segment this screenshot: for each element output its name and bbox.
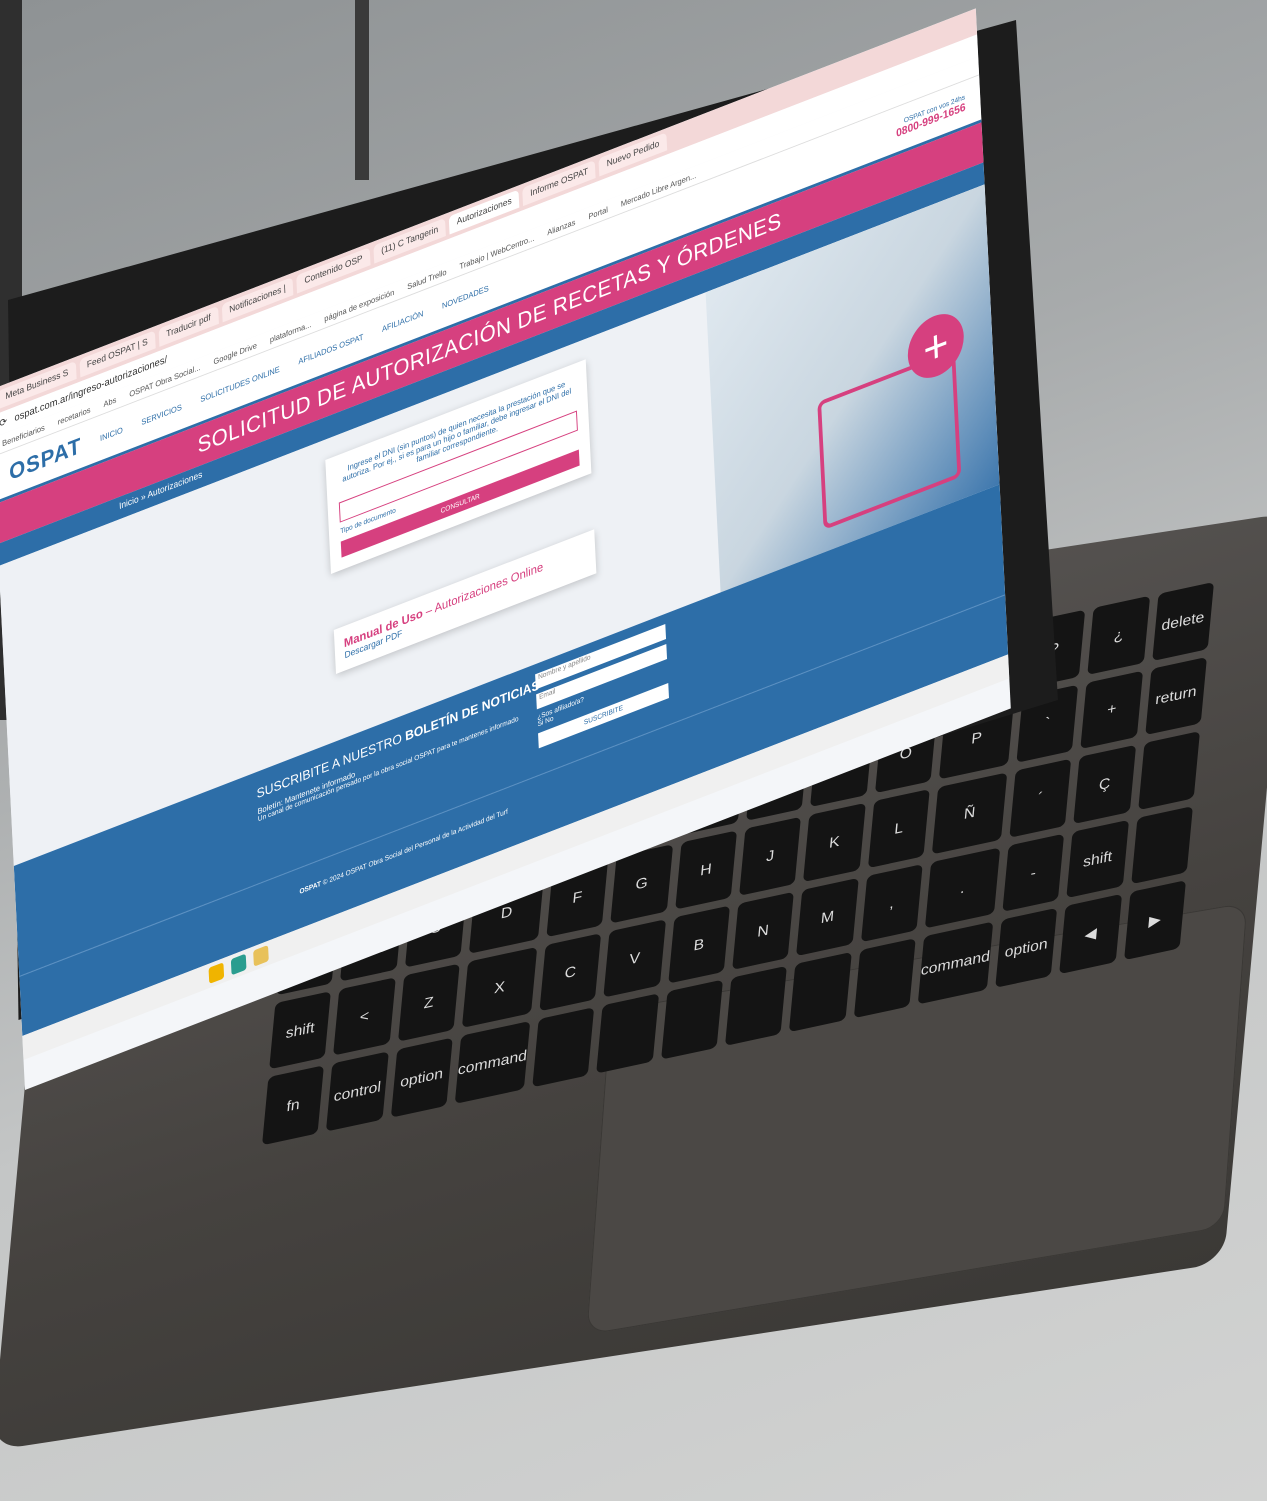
keyboard-key[interactable]: fn (262, 1065, 325, 1146)
nav-afiliacion[interactable]: AFILIACIÓN (382, 308, 424, 333)
keyboard-key[interactable]: option (390, 1037, 453, 1118)
chrome-icon[interactable] (230, 953, 247, 976)
nav-novedades[interactable]: NOVEDADES (442, 283, 489, 310)
nav-servicios[interactable]: SERVICIOS (141, 402, 182, 427)
plus-icon: + (906, 305, 966, 387)
explorer-icon[interactable] (208, 962, 225, 984)
envelope-icon (817, 348, 962, 531)
nav-inicio[interactable]: INICIO (100, 425, 123, 443)
laptop-lid: Meta Business S Feed OSPAT | S Traducir pd… (0, 0, 1267, 1090)
bookmark-item[interactable]: Abs (103, 395, 116, 409)
folder-icon[interactable] (253, 944, 269, 967)
manual-download-link[interactable]: Descargar PDF (344, 557, 586, 660)
bookmark-item[interactable]: Portal (588, 204, 608, 221)
reload-icon[interactable]: ⟳ (0, 416, 7, 430)
keyboard-key[interactable]: control (326, 1051, 389, 1132)
nav-afiliados[interactable]: AFILIADOS OSPAT (298, 332, 364, 366)
footer-logo[interactable]: OSPAT (299, 881, 321, 896)
